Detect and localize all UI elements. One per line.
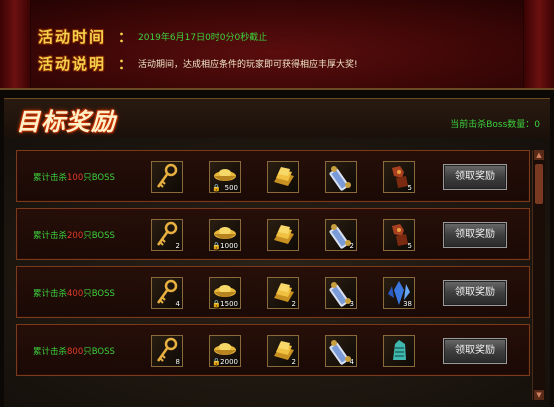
right-curtain	[523, 0, 554, 88]
scroll-up-icon[interactable]: ▲	[534, 150, 544, 160]
golden-key-icon[interactable]	[151, 161, 183, 193]
condition-prefix: 累计击杀	[33, 173, 68, 183]
reward-list: 累计击杀100只BOSS 🔒 500 5 领取奖励 累计击杀200只BOSS 2 🔒 1000 2…	[4, 138, 550, 407]
scrollbar[interactable]: ▲ ▼	[532, 150, 545, 400]
gold-bars-icon[interactable]: 2	[267, 335, 299, 367]
item-count: 1500	[220, 300, 238, 308]
item-count: 1000	[220, 242, 238, 250]
scroll-down-icon[interactable]: ▼	[534, 390, 544, 400]
reward-row: 累计击杀800只BOSS 8 🔒 2000 2 4 领取奖励	[16, 324, 530, 376]
kill-count-target: 200	[67, 231, 84, 241]
condition-suffix: 只BOSS	[83, 231, 115, 241]
event-time-row: 活动时间 ： 2019年6月17日0时0分0秒截止	[38, 28, 268, 46]
event-desc-row: 活动说明 ： 活动期间，达成相应条件的玩家即可获得相应丰厚大奖!	[38, 55, 358, 73]
gold-bars-icon[interactable]	[267, 219, 299, 251]
item-count: 4	[175, 300, 180, 308]
golden-key-icon[interactable]: 8	[151, 335, 183, 367]
event-header: 活动时间 ： 2019年6月17日0时0分0秒截止 活动说明 ： 活动期间，达成…	[0, 0, 554, 90]
condition-prefix: 累计击杀	[33, 231, 68, 241]
item-count: 2000	[220, 358, 238, 366]
item-count: 500	[224, 184, 238, 192]
claim-reward-button[interactable]: 领取奖励	[443, 280, 507, 306]
event-time-value: 2019年6月17日0时0分0秒截止	[138, 33, 268, 43]
condition-prefix: 累计击杀	[33, 289, 68, 299]
reward-condition: 累计击杀400只BOSS	[33, 287, 115, 299]
boss-count-label: 当前击杀Boss数量：0	[450, 120, 540, 130]
event-desc-value: 活动期间，达成相应条件的玩家即可获得相应丰厚大奖!	[138, 60, 358, 70]
condition-suffix: 只BOSS	[83, 173, 115, 183]
item-count: 2	[291, 300, 296, 308]
item-count: 5	[407, 184, 412, 192]
gold-ingot-icon[interactable]: 🔒 2000	[209, 335, 241, 367]
gold-bars-icon[interactable]	[267, 161, 299, 193]
item-count: 2	[349, 242, 354, 250]
reward-condition: 累计击杀800只BOSS	[33, 345, 115, 357]
teal-gauntlet-icon[interactable]	[383, 335, 415, 367]
condition-suffix: 只BOSS	[83, 289, 115, 299]
claim-reward-button[interactable]: 领取奖励	[443, 164, 507, 190]
golden-key-icon[interactable]: 2	[151, 219, 183, 251]
event-time-label: 活动时间	[38, 28, 107, 46]
scroll-icon[interactable]: 4	[325, 335, 357, 367]
item-count: 8	[175, 358, 180, 366]
bound-lock-icon: 🔒	[212, 184, 221, 192]
left-curtain	[0, 0, 31, 88]
page-title: 目标奖励	[16, 107, 116, 136]
reward-row: 累计击杀100只BOSS 🔒 500 5 领取奖励	[16, 150, 530, 202]
scroll-icon[interactable]: 2	[325, 219, 357, 251]
kill-count-target: 100	[67, 173, 84, 183]
kill-count-target: 400	[67, 289, 84, 299]
item-count: 2	[175, 242, 180, 250]
gold-ingot-icon[interactable]: 🔒 1000	[209, 219, 241, 251]
item-count: 2	[291, 358, 296, 366]
kill-count-target: 800	[67, 347, 84, 357]
reward-condition: 累计击杀200只BOSS	[33, 229, 115, 241]
golden-key-icon[interactable]: 4	[151, 277, 183, 309]
item-count: 4	[349, 358, 354, 366]
scroll-thumb[interactable]	[535, 164, 543, 204]
item-count: 38	[403, 300, 412, 308]
reward-row: 累计击杀200只BOSS 2 🔒 1000 2 5 领取奖励	[16, 208, 530, 260]
claim-reward-button[interactable]: 领取奖励	[443, 222, 507, 248]
armor-piece-icon[interactable]: 5	[383, 219, 415, 251]
event-desc-label: 活动说明	[38, 55, 107, 73]
title-bar: 目标奖励 当前击杀Boss数量：0	[4, 98, 550, 139]
gold-bars-icon[interactable]: 2	[267, 277, 299, 309]
scroll-icon[interactable]: 3	[325, 277, 357, 309]
claim-reward-button[interactable]: 领取奖励	[443, 338, 507, 364]
reward-condition: 累计击杀100只BOSS	[33, 171, 115, 183]
blue-crystal-icon[interactable]: 38	[383, 277, 415, 309]
item-count: 3	[349, 300, 354, 308]
reward-row: 累计击杀400只BOSS 4 🔒 1500 2 3 38 领取奖励	[16, 266, 530, 318]
scroll-icon[interactable]	[325, 161, 357, 193]
condition-prefix: 累计击杀	[33, 347, 68, 357]
condition-suffix: 只BOSS	[83, 347, 115, 357]
gold-ingot-icon[interactable]: 🔒 1500	[209, 277, 241, 309]
item-count: 5	[407, 242, 412, 250]
armor-piece-icon[interactable]: 5	[383, 161, 415, 193]
gold-ingot-icon[interactable]: 🔒 500	[209, 161, 241, 193]
event-panel: 活动时间 ： 2019年6月17日0时0分0秒截止 活动说明 ： 活动期间，达成…	[0, 0, 554, 407]
